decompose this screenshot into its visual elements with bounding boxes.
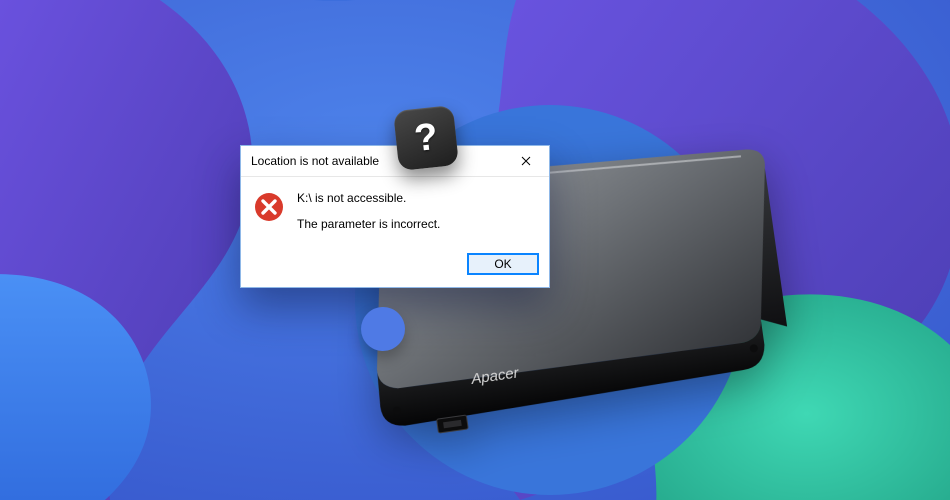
dialog-secondary-message: The parameter is incorrect. [297, 217, 537, 231]
close-icon [521, 156, 531, 166]
dialog-message-area: K:\ is not accessible. The parameter is … [297, 191, 537, 239]
illustration-stage: Apacer ? Location is not available [0, 0, 950, 500]
close-button[interactable] [507, 150, 545, 172]
error-dialog: Location is not available K:\ is not acc… [240, 145, 550, 288]
error-icon [253, 191, 285, 223]
ok-button[interactable]: OK [467, 253, 539, 275]
dialog-titlebar[interactable]: Location is not available [241, 146, 549, 177]
dialog-primary-message: K:\ is not accessible. [297, 191, 537, 205]
dialog-title: Location is not available [251, 154, 507, 168]
